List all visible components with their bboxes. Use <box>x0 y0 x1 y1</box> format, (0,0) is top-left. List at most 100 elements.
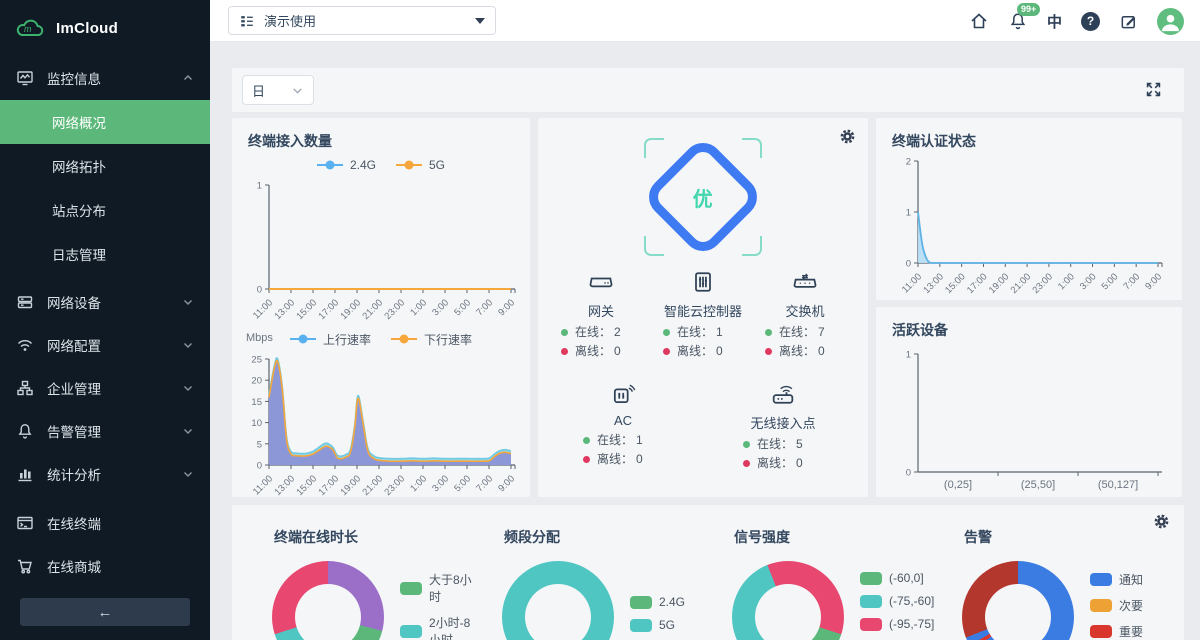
band-allocation-section: 频段分配 2.4G5G <box>478 519 708 640</box>
legend-item[interactable]: 2.4G <box>317 158 376 172</box>
svg-text:23:00: 23:00 <box>1030 271 1055 296</box>
device-cloud-controller: 智能云控制器 在线：1 离线：0 <box>652 268 754 361</box>
sidebar-item-monitoring[interactable]: 监控信息 <box>0 56 210 100</box>
legend-marker <box>860 618 882 631</box>
svg-text:3:00: 3:00 <box>430 473 451 494</box>
svg-text:15:00: 15:00 <box>943 271 968 296</box>
svg-text:17:00: 17:00 <box>965 271 990 296</box>
sidebar-subitem-label: 站点分布 <box>52 200 106 220</box>
device-offline-stat: 离线：0 <box>743 454 823 473</box>
svg-text:15: 15 <box>251 397 262 408</box>
svg-text:5:00: 5:00 <box>452 473 473 494</box>
sidebar-subitem-label: 日志管理 <box>52 244 106 264</box>
org-sitemap-icon <box>16 379 34 397</box>
legend-item[interactable]: (-60,0] <box>860 571 934 585</box>
sidebar-item-network-topology[interactable]: 网络拓扑 <box>0 144 210 188</box>
dropdown-caret-icon <box>475 18 485 24</box>
terminal-icon <box>16 514 34 532</box>
svg-text:1: 1 <box>906 350 911 361</box>
svg-text:(25,50]: (25,50] <box>1021 479 1055 491</box>
online-dot <box>743 441 750 448</box>
fullscreen-button[interactable] <box>1145 81 1162 103</box>
legend-marker <box>1090 599 1112 612</box>
sidebar-item-site-distribution[interactable]: 站点分布 <box>0 188 210 232</box>
viewfinder-corner <box>644 236 664 256</box>
device-status-row-1: 网关 在线：2 离线：0 智能云控制器 在线：1 离线：0 <box>538 268 868 361</box>
bar-chart-icon <box>16 465 34 483</box>
legend-marker <box>400 625 422 638</box>
home-icon <box>969 11 989 31</box>
svg-text:13:00: 13:00 <box>273 297 298 322</box>
legend-item[interactable]: 下行速率 <box>391 331 472 348</box>
svg-text:(50,127]: (50,127] <box>1098 479 1138 491</box>
notifications-button[interactable]: 99+ <box>1008 11 1028 31</box>
legend-item[interactable]: (-75,-60] <box>860 594 934 608</box>
sidebar-item-alarm-management[interactable]: 告警管理 <box>0 409 210 452</box>
sidebar-item-online-terminals[interactable]: 在线终端 <box>0 501 210 544</box>
legend-item[interactable]: 5G <box>396 158 445 172</box>
legend-marker <box>400 582 422 595</box>
sidebar-item-statistics[interactable]: 统计分析 <box>0 452 210 495</box>
legend-item[interactable]: 2.4G <box>630 595 685 609</box>
gateway-icon <box>587 268 615 296</box>
online-dot <box>583 437 590 444</box>
speed-chart: 051015202511:0013:0015:0017:0019:0021:00… <box>239 351 523 501</box>
device-name: 网关 <box>588 301 614 320</box>
topbar: 演示使用 99+ 中 ? <box>210 0 1200 42</box>
sidebar-collapse-button[interactable]: ← <box>20 598 190 626</box>
svg-text:10: 10 <box>251 418 262 429</box>
period-select[interactable]: 日 <box>242 75 314 105</box>
svg-text:0: 0 <box>906 259 911 270</box>
legend-item[interactable]: 上行速率 <box>290 331 371 348</box>
legend-item[interactable]: 2小时-8小时 <box>400 614 478 640</box>
help-button[interactable]: ? <box>1081 12 1100 31</box>
sidebar-item-enterprise-management[interactable]: 企业管理 <box>0 366 210 409</box>
org-selector-dropdown[interactable]: 演示使用 <box>228 6 496 35</box>
cloud-logo-icon: m <box>14 15 48 41</box>
user-icon <box>1157 8 1184 35</box>
device-online-stat: 在线：1 <box>663 323 743 342</box>
svg-text:17:00: 17:00 <box>317 473 342 498</box>
ac-icon <box>609 380 637 408</box>
svg-text:3:00: 3:00 <box>1078 271 1099 292</box>
svg-text:25: 25 <box>251 355 262 366</box>
home-button[interactable] <box>969 11 989 31</box>
app-logo[interactable]: m ImCloud <box>0 0 210 56</box>
device-switch: 交换机 在线：7 离线：0 <box>754 268 856 361</box>
chevron-down-icon <box>182 425 194 437</box>
legend-label: 大于8小时 <box>429 571 478 605</box>
user-avatar[interactable] <box>1157 8 1184 35</box>
signal-strength-legend: (-60,0] (-75,-60] (-95,-75] <box>860 571 934 631</box>
svg-text:1:00: 1:00 <box>408 473 429 494</box>
legend-item[interactable]: 5G <box>630 618 685 632</box>
legend-item[interactable]: 通知 <box>1090 571 1143 588</box>
alarm-legend: 通知次要重要 <box>1090 571 1143 640</box>
svg-text:1: 1 <box>257 181 262 192</box>
bell-icon <box>16 422 34 440</box>
sidebar-item-online-mall[interactable]: 在线商城 <box>0 544 210 587</box>
sidebar-item-network-devices[interactable]: 网络设备 <box>0 280 210 323</box>
sidebar-item-log-management[interactable]: 日志管理 <box>0 232 210 276</box>
legend-item[interactable]: 大于8小时 <box>400 571 478 605</box>
feedback-button[interactable] <box>1119 12 1138 31</box>
sidebar-item-network-overview[interactable]: 网络概况 <box>0 100 210 144</box>
sidebar-item-network-config[interactable]: 网络配置 <box>0 323 210 366</box>
legend-item[interactable]: 次要 <box>1090 597 1143 614</box>
switch-icon <box>791 268 819 296</box>
app-name: ImCloud <box>56 20 118 37</box>
wifi-icon <box>16 336 34 354</box>
controller-icon <box>689 268 717 296</box>
offline-dot <box>743 460 750 467</box>
chevron-down-icon <box>182 468 194 480</box>
alarm-donut <box>962 561 1074 640</box>
legend-item[interactable]: (-95,-75] <box>860 617 934 631</box>
band-allocation-legend: 2.4G 5G <box>630 595 685 632</box>
chevron-up-icon <box>182 72 194 84</box>
language-toggle[interactable]: 中 <box>1047 11 1062 32</box>
legend-marker <box>317 160 343 170</box>
settings-button[interactable] <box>839 128 856 150</box>
svg-text:19:00: 19:00 <box>987 271 1012 296</box>
sidebar-item-label: 网络设备 <box>47 292 101 312</box>
donut-hole <box>985 584 1051 640</box>
legend-item[interactable]: 重要 <box>1090 623 1143 640</box>
